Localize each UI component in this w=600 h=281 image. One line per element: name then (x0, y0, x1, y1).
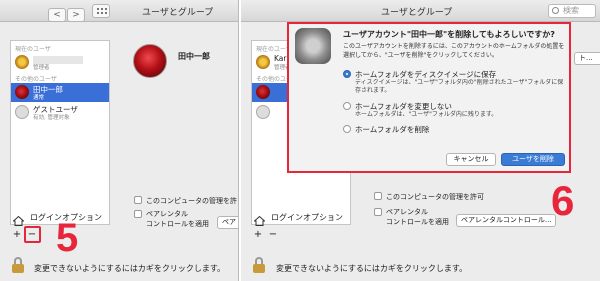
search-placeholder: 検索 (563, 6, 579, 15)
allow-admin-label: このコンピュータの管理を許 (146, 197, 237, 205)
guest-user-icon (256, 105, 270, 119)
avatar (256, 85, 270, 99)
search-icon (552, 7, 559, 14)
parental-label-line2: コントロールを適用 (146, 220, 209, 228)
dialog-title: ユーザアカウント"田中一郎"を削除してもよろしいですか? (343, 30, 555, 39)
parental-controls-button[interactable]: ペアレンタルコントロール... (456, 214, 556, 227)
parental-label-line1: ペアレンタル (146, 210, 188, 218)
avatar (256, 55, 270, 69)
parental-controls-checkbox[interactable] (134, 210, 142, 218)
partial-button[interactable]: ト... (574, 52, 600, 65)
parental-controls-button[interactable]: ペア (217, 216, 238, 229)
user-list: 現在のユーザ 管理者 その他のユーザ 田中一郎 通常 ゲストユーザ 有効, 管理… (10, 40, 110, 225)
option-delete-folder-radio[interactable] (343, 125, 351, 133)
title-bar: ユーザとグループ 検索 (241, 0, 600, 22)
parental-controls-checkbox[interactable] (374, 208, 382, 216)
login-options-button[interactable]: ログインオプション (271, 212, 343, 223)
user-name-heading: 田中一郎 (178, 52, 210, 61)
list-item-guest[interactable]: ゲストユーザ 有効, 管理対象 (11, 103, 109, 122)
window-title: ユーザとグループ (142, 8, 214, 18)
forward-button[interactable]: > (67, 8, 85, 22)
section-other-users: その他のユーザ (15, 76, 57, 83)
house-icon (253, 211, 266, 226)
lock-icon[interactable] (12, 257, 24, 273)
step-number-6: 6 (551, 177, 575, 224)
list-item-current-admin[interactable]: 管理者 (11, 53, 109, 72)
lock-message: 変更できないようにするにはカギをクリックします。 (34, 264, 226, 273)
lock-message: 変更できないようにするにはカギをクリックします。 (276, 264, 468, 273)
remove-button-highlight (24, 226, 41, 243)
system-preferences-gear-icon (295, 28, 331, 64)
option-keep-folder-desc: ホームフォルダは、"ユーザ"フォルダ内に残ります。 (355, 111, 498, 118)
user-role: 通常 (33, 95, 45, 101)
allow-admin-checkbox[interactable] (374, 192, 382, 200)
avatar (15, 55, 29, 69)
user-status: 有効, 管理対象 (33, 115, 70, 121)
option-save-disk-image-radio[interactable] (343, 70, 351, 78)
lock-icon[interactable] (253, 257, 265, 273)
add-user-button[interactable]: + (11, 229, 23, 241)
remove-user-button[interactable]: − (267, 229, 279, 241)
user-picture[interactable] (133, 44, 167, 78)
title-bar: < > ユーザとグループ (0, 0, 238, 22)
section-current-user: 現在のユーザ (15, 46, 51, 53)
right-window: ユーザとグループ 検索 現在のユーザ Karu 管理者 その他のユーザ ト...… (241, 0, 600, 281)
allow-admin-label: このコンピュータの管理を許可 (386, 193, 484, 201)
dialog-description: このユーザアカウントを削除するには、このアカウントのホームフォルダの処置を選択し… (343, 43, 565, 59)
avatar (15, 85, 29, 99)
delete-user-button[interactable]: ユーザを削除 (501, 153, 565, 166)
step-number-5: 5 (56, 216, 79, 260)
search-field[interactable]: 検索 (548, 4, 596, 18)
left-window: < > ユーザとグループ 現在のユーザ 管理者 その他のユーザ 田中一郎 通常 … (0, 0, 238, 281)
cancel-button[interactable]: キャンセル (446, 153, 496, 166)
guest-user-icon (15, 105, 29, 119)
show-all-grid-icon[interactable] (92, 4, 110, 18)
parental-label-line2: コントロールを適用 (386, 218, 449, 226)
delete-user-dialog: ユーザアカウント"田中一郎"を削除してもよろしいですか? このユーザアカウントを… (287, 22, 571, 173)
add-user-button[interactable]: + (252, 229, 264, 241)
list-item-tanaka[interactable]: 田中一郎 通常 (11, 83, 109, 102)
back-button[interactable]: < (48, 8, 66, 22)
option-save-disk-image-desc: ディスクイメージは、"ユーザ"フォルダ内の"削除されたユーザ"フォルダに保存され… (355, 79, 564, 94)
window-title: ユーザとグループ (381, 8, 453, 18)
user-role: 管理者 (33, 65, 50, 71)
parental-label-line1: ペアレンタル (386, 208, 428, 216)
allow-admin-checkbox[interactable] (134, 196, 142, 204)
option-delete-folder-label: ホームフォルダを削除 (355, 125, 430, 134)
option-keep-folder-radio[interactable] (343, 102, 351, 110)
house-icon (12, 211, 25, 226)
